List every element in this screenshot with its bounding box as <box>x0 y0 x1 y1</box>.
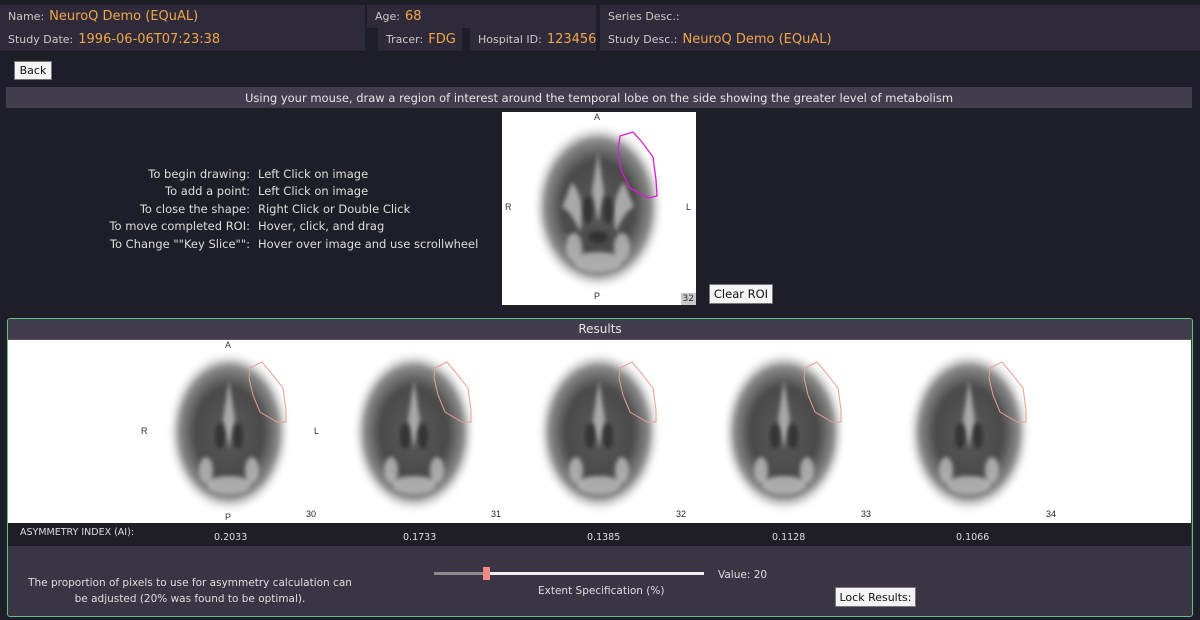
result-slice: 31 <box>321 340 511 523</box>
results-title: Results <box>8 319 1192 340</box>
header-study-date: Study Date: 1996-06-06T07:23:38 <box>0 28 365 52</box>
orientation-anterior: A <box>594 112 601 122</box>
brain-scan-image <box>907 350 1031 514</box>
extent-slider-label: Extent Specification (%) <box>538 585 665 597</box>
back-button[interactable]: Back <box>14 61 52 80</box>
step-text: Hover over image and use scrollwheel <box>258 236 479 251</box>
step-label: To close the shape: <box>139 201 250 216</box>
tracer-label: Tracer: <box>386 33 424 46</box>
result-slice: 32 <box>506 340 696 523</box>
orientation-posterior: P <box>594 291 601 301</box>
step-row: To close the shape: Right Click or Double… <box>60 201 478 218</box>
slice-number: 32 <box>675 509 686 519</box>
header-name: Name: NeuroQ Demo (EQuAL) <box>0 5 365 29</box>
hospital-value: 123456 <box>546 32 597 47</box>
key-slice-image[interactable]: A P R L 32 <box>502 112 696 305</box>
step-label: To Change ""Key Slice"": <box>109 236 250 251</box>
result-slice: 30 <box>136 340 326 523</box>
step-label: To begin drawing: <box>148 167 250 181</box>
results-panel: Results A P R L 30 31 32 33 34 ASYMMETRY… <box>7 318 1193 617</box>
name-label: Name: <box>8 10 45 23</box>
brain-scan-image <box>352 350 476 514</box>
series-label: Series Desc.: <box>608 10 680 23</box>
age-value: 68 <box>404 9 422 24</box>
slice-number: 33 <box>860 509 871 519</box>
step-row: To begin drawing: Left Click on image <box>60 166 478 183</box>
extent-note: The proportion of pixels to use for asym… <box>28 577 352 605</box>
step-label: To add a point: <box>165 184 250 199</box>
slice-number: 30 <box>305 509 316 519</box>
result-slice: 34 <box>876 340 1066 523</box>
extent-value-label: Value: 20 <box>718 569 768 581</box>
step-text: Left Click on image <box>258 167 369 181</box>
asymmetry-index-value: 0.2033 <box>214 532 248 543</box>
step-label: To move completed ROI: <box>109 219 250 234</box>
header-study-desc: Study Desc.: NeuroQ Demo (EQuAL) <box>600 28 1200 52</box>
slice-number: 32 <box>680 293 696 305</box>
instruction-bar: Using your mouse, draw a region of inter… <box>6 87 1192 108</box>
age-label: Age: <box>375 10 400 23</box>
clear-roi-button[interactable]: Clear ROI <box>709 284 773 304</box>
brain-scan-image <box>532 123 664 291</box>
slice-number: 34 <box>1045 509 1056 519</box>
step-row: To add a point: Left Click on image <box>60 183 478 200</box>
header-age: Age: 68 <box>367 5 596 29</box>
extent-slider-thumb[interactable] <box>483 567 490 580</box>
hospital-label: Hospital ID: <box>478 33 542 46</box>
step-text: Right Click or Double Click <box>258 201 411 216</box>
step-text: Left Click on image <box>258 184 369 199</box>
asymmetry-index-value: 0.1128 <box>772 532 806 543</box>
brain-scan-image <box>167 350 291 514</box>
slice-number: 31 <box>490 509 501 519</box>
result-slice: 33 <box>691 340 881 523</box>
header-series: Series Desc.: <box>600 5 1200 29</box>
study-date-value: 1996-06-06T07:23:38 <box>78 32 221 47</box>
study-desc-label: Study Desc.: <box>608 33 678 46</box>
extent-slider-fill <box>434 572 486 575</box>
header-hospital: Hospital ID: 123456 <box>470 28 596 52</box>
study-desc-value: NeuroQ Demo (EQuAL) <box>682 32 832 47</box>
orientation-left: L <box>686 202 692 212</box>
step-text: Hover, click, and drag <box>258 219 385 234</box>
orientation-right: R <box>505 202 512 212</box>
name-value: NeuroQ Demo (EQuAL) <box>49 9 199 24</box>
lock-results-button[interactable]: Lock Results: <box>835 587 916 607</box>
step-row: To move completed ROI: Hover, click, and … <box>60 218 478 235</box>
results-slice-strip: A P R L 30 31 32 33 34 <box>8 340 1191 523</box>
header-tracer: Tracer: FDG <box>378 28 462 52</box>
asymmetry-index-value: 0.1733 <box>403 532 437 543</box>
brain-scan-image <box>722 350 846 514</box>
step-row: To Change ""Key Slice"": Hover over image… <box>60 236 478 253</box>
brain-scan-image <box>537 350 661 514</box>
asymmetry-index-value: 0.1385 <box>587 532 621 543</box>
drawing-instructions: To begin drawing: Left Click on image To … <box>60 166 478 253</box>
asymmetry-index-label: ASYMMETRY INDEX (AI): <box>20 527 135 538</box>
tracer-value: FDG <box>428 32 456 47</box>
study-date-label: Study Date: <box>8 33 74 46</box>
asymmetry-index-row: ASYMMETRY INDEX (AI): 0.2033 0.1733 0.13… <box>8 523 1191 546</box>
asymmetry-index-value: 0.1066 <box>956 532 990 543</box>
